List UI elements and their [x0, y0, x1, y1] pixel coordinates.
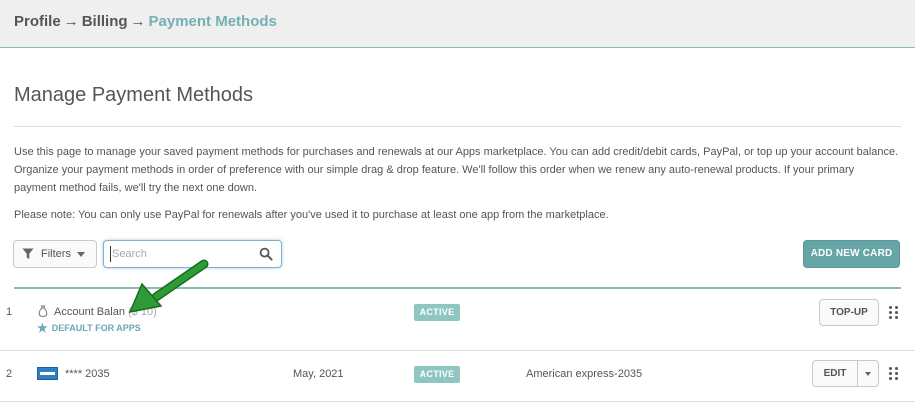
drag-handle-icon[interactable] — [889, 306, 899, 320]
breadcrumb-current: Payment Methods — [148, 13, 277, 30]
edit-button[interactable]: EDIT — [812, 360, 858, 387]
breadcrumb: Profile → Billing → Payment Methods — [14, 13, 277, 30]
row-index: 2 — [6, 368, 13, 380]
status-badge: ACTIVE — [414, 366, 460, 383]
top-bar: Profile → Billing → Payment Methods — [0, 0, 915, 48]
filters-label: Filters — [41, 248, 71, 260]
drag-handle-icon[interactable] — [889, 367, 899, 381]
card-number: **** 2035 — [65, 368, 110, 380]
search-icon[interactable] — [259, 247, 273, 261]
card-description: American express-2035 — [526, 368, 643, 380]
paypal-note: Please note: You can only use PayPal for… — [14, 209, 609, 221]
search-box — [103, 240, 282, 268]
amex-card-icon — [37, 367, 58, 380]
method-name-text: Account Balan — [54, 306, 125, 318]
top-up-button[interactable]: TOP-UP — [819, 299, 879, 326]
edit-options-chevron-down-icon[interactable] — [857, 360, 879, 387]
card-expiry: May, 2021 — [293, 368, 344, 380]
search-input[interactable] — [110, 246, 250, 262]
row-index: 1 — [6, 306, 13, 318]
breadcrumb-billing[interactable]: Billing — [82, 13, 128, 30]
table-row[interactable]: 2 **** 2035 May, 2021 ACTIVE American ex… — [0, 351, 915, 402]
star-icon: ★ — [37, 321, 48, 335]
table-row[interactable]: 1 Account Balan ($ 10) ★ DEFAULT FOR APPS… — [0, 289, 915, 351]
divider — [14, 126, 901, 127]
balance-amount: ($ 10) — [128, 306, 157, 318]
default-label: DEFAULT FOR APPS — [51, 323, 141, 333]
filter-icon — [22, 248, 34, 259]
page-description: Use this page to manage your saved payme… — [14, 146, 899, 194]
chevron-down-icon — [77, 252, 85, 257]
default-for-apps-tag: ★ DEFAULT FOR APPS — [37, 321, 141, 335]
filters-button[interactable]: Filters — [13, 240, 97, 268]
wallet-icon — [38, 305, 48, 317]
breadcrumb-separator: → — [130, 13, 146, 30]
method-name: Account Balan ($ 10) — [54, 306, 157, 318]
breadcrumb-profile[interactable]: Profile — [14, 13, 61, 30]
page-title: Manage Payment Methods — [14, 84, 254, 106]
add-new-card-button[interactable]: ADD NEW CARD — [803, 240, 900, 268]
breadcrumb-separator: → — [63, 13, 79, 30]
status-badge: ACTIVE — [414, 304, 460, 321]
